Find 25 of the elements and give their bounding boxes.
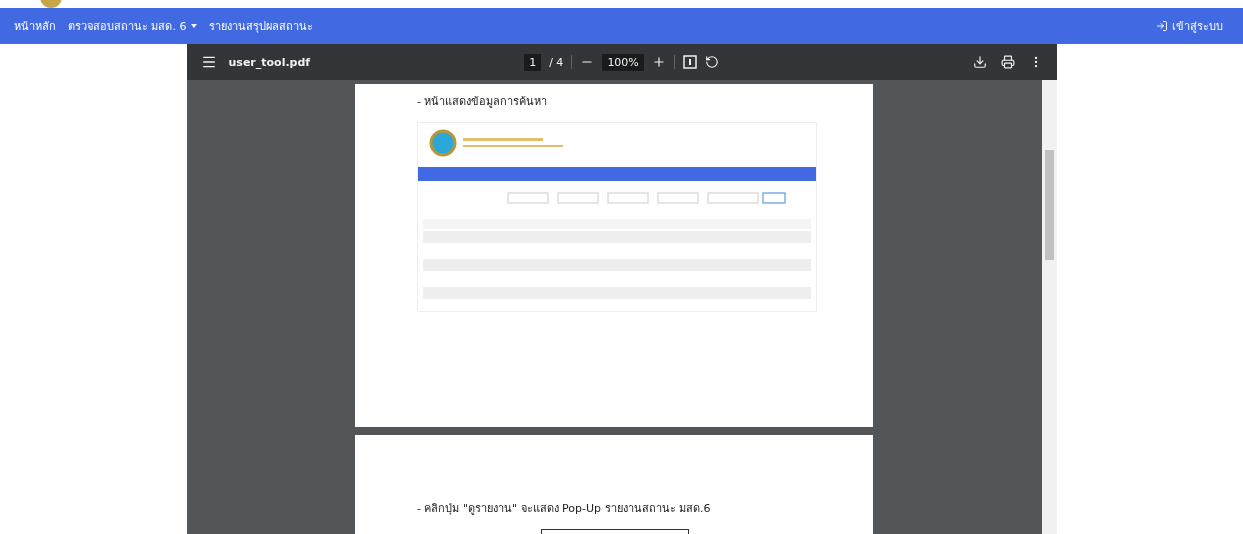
zoom-field[interactable]: 100% <box>602 53 644 71</box>
page-total: / 4 <box>549 55 564 69</box>
nav-link[interactable]: หน้าหลัก <box>14 17 56 35</box>
print-button[interactable] <box>1000 55 1015 69</box>
login-icon <box>1156 20 1168 32</box>
page-number-field[interactable]: 1 <box>524 53 542 71</box>
page-caption: - หน้าแสดงข้อมูลการค้นหา <box>417 94 549 110</box>
caret-icon <box>190 24 197 28</box>
nav-link[interactable]: รายงานสรุปผลสถานะ <box>208 17 313 35</box>
menu-button[interactable] <box>200 54 217 70</box>
download-icon <box>972 55 987 69</box>
fit-page-icon <box>682 55 697 69</box>
fit-page-button[interactable] <box>682 55 697 69</box>
rotate-icon <box>704 55 719 69</box>
scrollbar[interactable] <box>1041 80 1057 534</box>
file-name: user_tool.pdf <box>228 55 311 69</box>
page-caption: - คลิกปุ่ม "ดูรายงาน" จะแสดง Pop-Up รายงานสถานะ มสด.6 <box>417 501 712 517</box>
login-link[interactable]: เข้าสู่ระบบ <box>1150 13 1229 39</box>
print-icon <box>1000 55 1015 69</box>
menu-icon <box>200 54 217 70</box>
rotate-button[interactable] <box>704 55 719 69</box>
nav-link[interactable]: ตรวจสอบสถานะ มสด. 6 <box>68 17 197 35</box>
zoom-in-button[interactable] <box>651 55 666 69</box>
plus-icon <box>651 55 666 69</box>
download-button[interactable] <box>972 55 987 69</box>
